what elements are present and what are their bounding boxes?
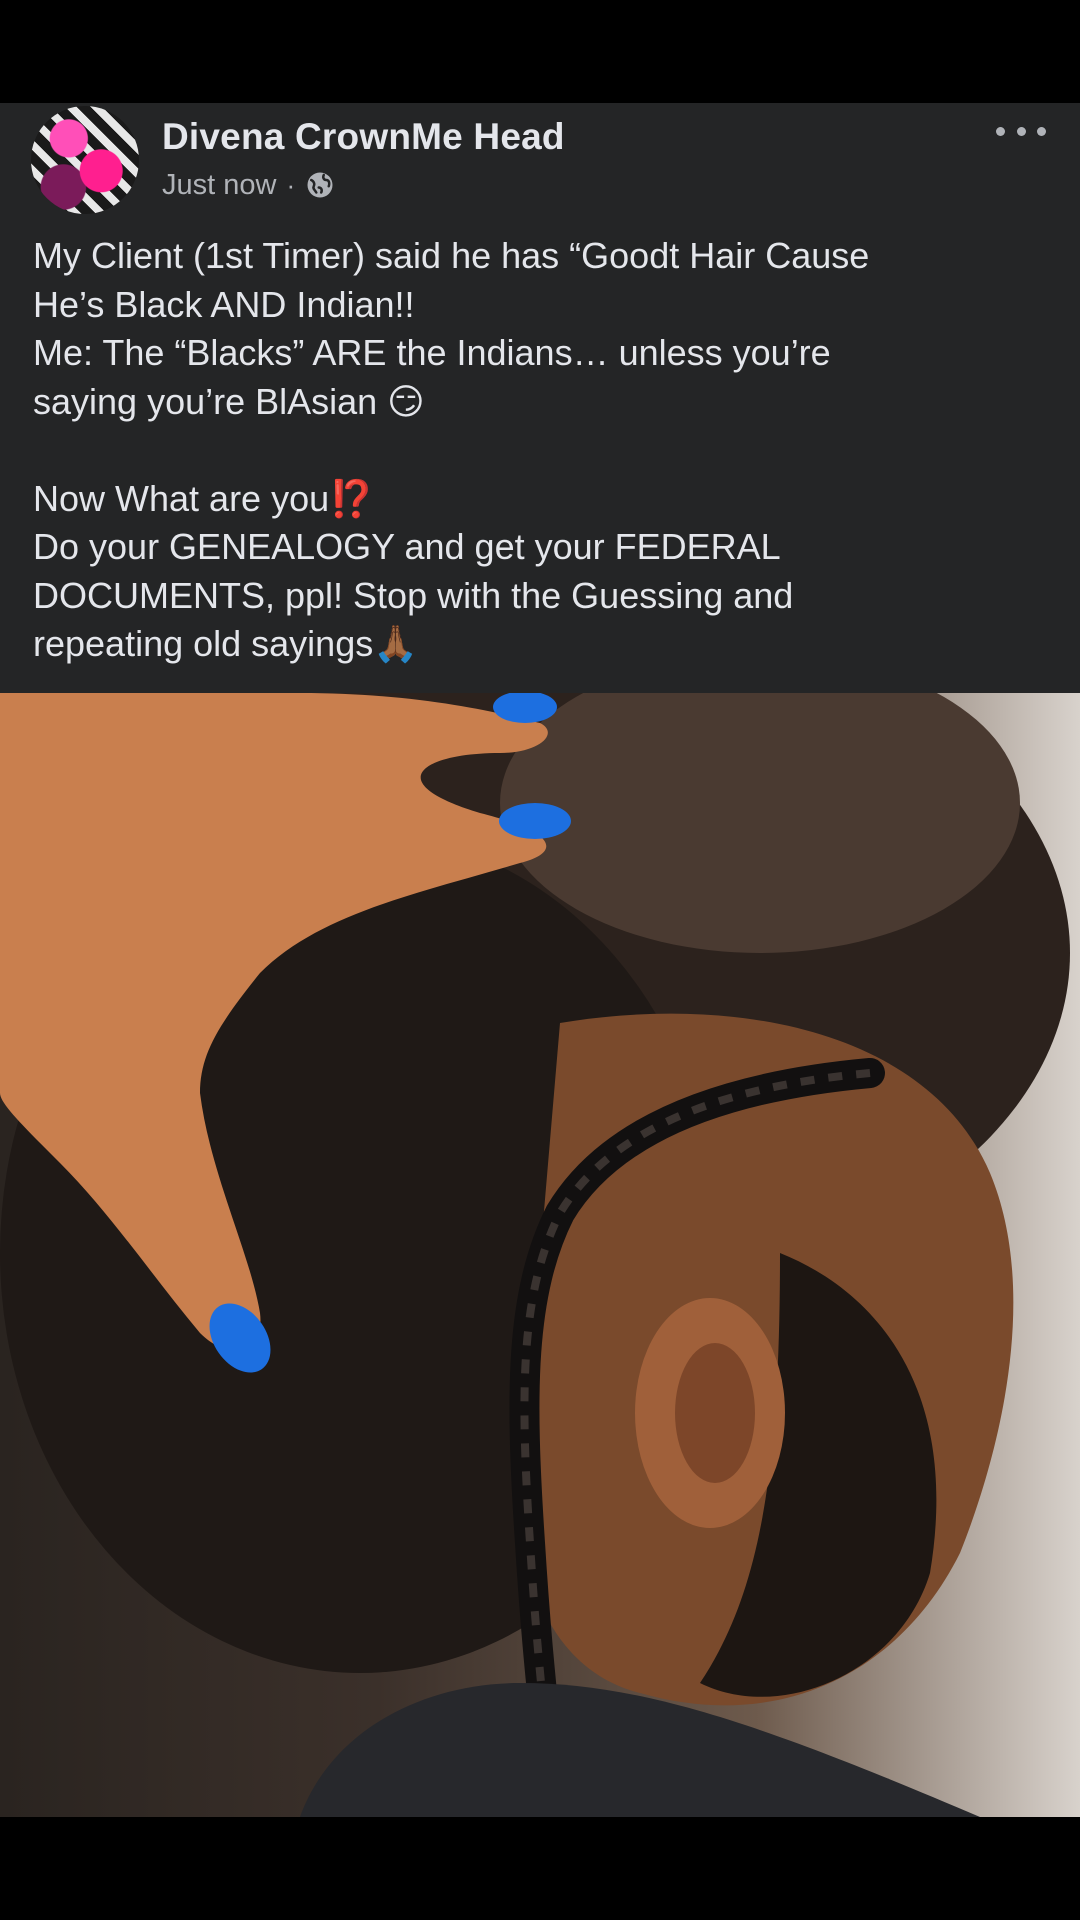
- post-text-line: Me: The “Blacks” ARE the Indians… unless…: [33, 332, 831, 373]
- post-text-line: Now What are you⁉️: [33, 477, 374, 519]
- bottom-black-bar: [0, 1817, 1080, 1920]
- more-dot: [1037, 126, 1046, 136]
- post-text-line: My Client (1st Timer) said he has “Goodt…: [33, 235, 870, 276]
- post-text-line: Do your GENEALOGY and get your FEDERAL: [33, 526, 781, 567]
- globe-icon[interactable]: [305, 170, 335, 200]
- more-dot: [1016, 126, 1026, 136]
- author-name[interactable]: Divena CrownMe Head: [162, 116, 565, 158]
- post-text: My Client (1st Timer) said he has “Goodt…: [33, 232, 1043, 669]
- post-text-blank-line: [33, 426, 1043, 475]
- post-text-line: He’s Black AND Indian!!: [33, 283, 415, 325]
- post-text-line: repeating old sayings🙏🏾: [33, 623, 419, 664]
- meta-separator: ·: [286, 169, 296, 200]
- top-black-bar: [0, 0, 1080, 103]
- post-text-line: saying you’re BlAsian 😏: [33, 380, 425, 422]
- post-text-line: DOCUMENTS, ppl! Stop with the Guessing a…: [33, 574, 794, 616]
- shirt: [300, 1683, 980, 1817]
- photo-illustration: [0, 693, 1070, 1817]
- more-dots-icon[interactable]: [996, 116, 1046, 146]
- ear-inner: [675, 1343, 755, 1483]
- post-photo[interactable]: [0, 693, 1080, 1817]
- more-dot: [996, 126, 1005, 136]
- nail: [499, 803, 571, 839]
- profile-avatar[interactable]: [31, 106, 139, 214]
- post-meta: Just now ·: [162, 167, 335, 203]
- post-time[interactable]: Just now: [162, 169, 276, 202]
